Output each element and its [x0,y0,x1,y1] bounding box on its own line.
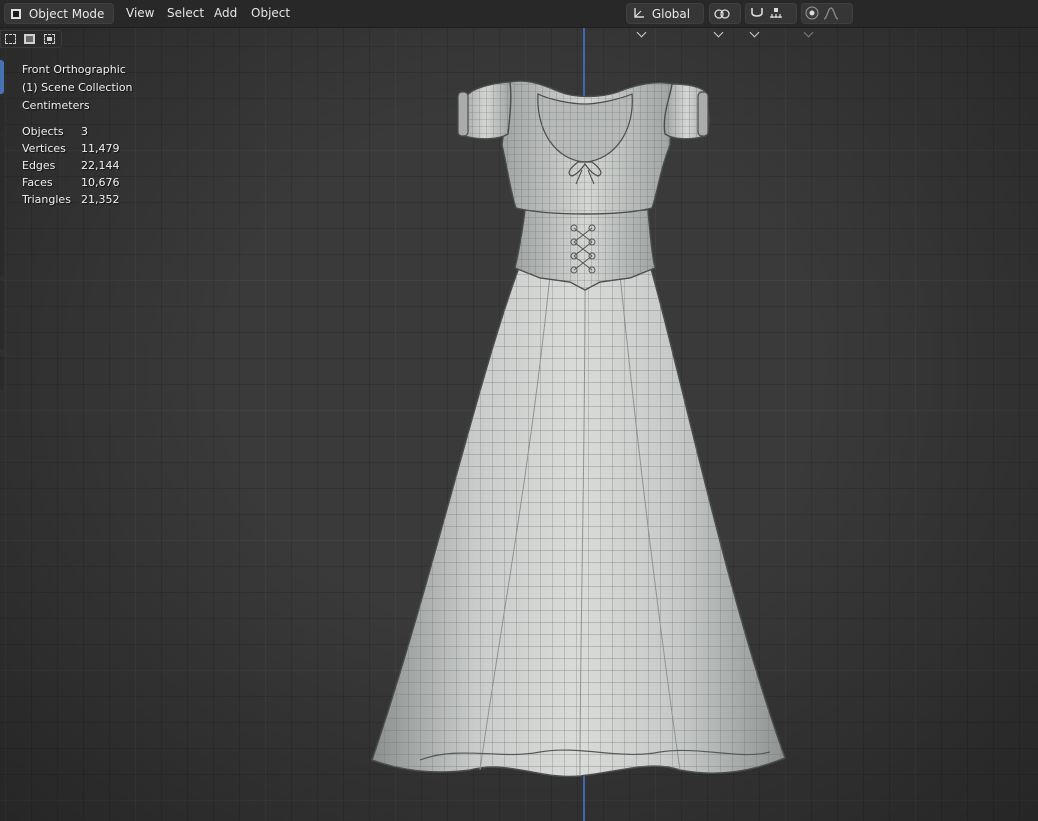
select-extend-icon[interactable] [24,34,35,44]
skirt [371,264,786,778]
stat-row-objects: Objects 3 [22,125,88,138]
proportional-editing-controls[interactable] [801,3,853,38]
viewport-header: Object Mode View Select Add Object Globa… [0,0,1038,38]
view-name: Front Orthographic [22,63,126,76]
orientation-label: Global [651,7,691,21]
select-new-icon[interactable] [5,34,16,44]
transform-orientation-dropdown[interactable]: Global [626,3,704,38]
menu-add[interactable]: Add [208,3,243,24]
bodice [501,80,673,215]
falloff-curve-icon[interactable] [823,6,839,27]
pivot-point-dropdown[interactable] [709,3,741,38]
snap-controls[interactable] [745,3,797,38]
menu-view[interactable]: View [120,3,160,24]
units-label: Centimeters [22,99,90,112]
transform-orientation-icon [633,5,645,18]
mode-selector[interactable]: Object Mode [4,3,114,38]
chevron-down-icon [713,27,724,38]
proportional-editing-icon[interactable] [805,6,819,27]
stat-row-edges: Edges 22,144 [22,159,120,172]
snap-magnet-icon[interactable] [749,6,765,27]
viewport-overlay-info: Front Orthographic (1) Scene Collection … [22,61,133,208]
stat-row-faces: Faces 10,676 [22,176,120,189]
chevron-down-icon [749,27,760,38]
scene-statistics: Objects 3 Vertices 11,479 Edges 22,144 Face… [22,123,133,208]
tool-shelf [0,60,5,390]
menu-object[interactable]: Object [245,3,296,24]
stat-row-vertices: Vertices 11,479 [22,142,120,155]
chevron-down-icon [636,27,647,38]
stat-row-triangles: Triangles 21,352 [22,193,120,206]
select-subtract-icon[interactable] [44,34,55,44]
menu-select[interactable]: Select [161,3,210,24]
tool-tab[interactable] [0,96,4,132]
pivot-point-icon [714,6,730,27]
tool-tab[interactable] [0,136,4,276]
object-mode-icon [11,9,21,19]
dress-mesh[interactable] [360,70,800,790]
chevron-down-icon [803,27,814,38]
tool-tab[interactable] [0,356,4,390]
collection-name: (1) Scene Collection [22,81,133,94]
snap-increment-icon[interactable] [769,6,783,27]
mode-label: Object Mode [28,7,105,21]
active-tool-tab[interactable] [0,60,4,94]
tool-tab[interactable] [0,280,4,350]
selection-mode-buttons [0,30,62,48]
